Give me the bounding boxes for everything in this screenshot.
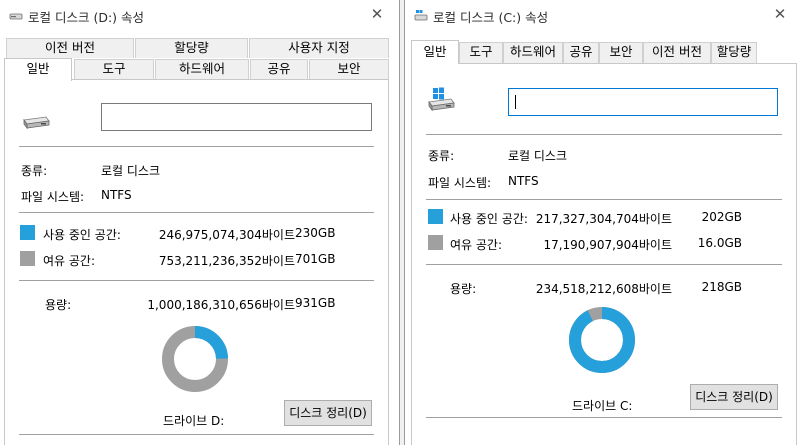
close-button[interactable]: ✕ [365, 3, 389, 25]
drive-icon [9, 13, 23, 20]
drive-label: 드라이브 C: [572, 399, 633, 413]
free-space-swatch [20, 251, 35, 266]
divider [426, 134, 782, 135]
general-panel: 종류: 로컬 디스크 파일 시스템: NTFS 사용 중인 공간: 246,97… [4, 79, 389, 445]
tab-hardware[interactable]: 하드웨어 [503, 42, 563, 64]
disk-cleanup-button[interactable]: 디스크 정리(D) [690, 384, 778, 410]
used-space-swatch [20, 225, 35, 240]
tab-previous-versions[interactable]: 이전 버전 [643, 42, 711, 64]
free-space-size: 16.0GB [697, 236, 742, 250]
used-space-bytes: 217,327,304,704바이트 [535, 212, 672, 226]
tab-customize[interactable]: 사용자 지정 [249, 38, 389, 58]
free-space-bytes: 753,211,236,352바이트 [158, 254, 295, 268]
tab-sharing[interactable]: 공유 [563, 42, 599, 64]
usage-donut-chart [162, 326, 228, 392]
system-drive-icon [428, 87, 455, 112]
divider [426, 264, 782, 265]
free-space-label: 여유 공간: [43, 254, 96, 268]
tab-general[interactable]: 일반 [411, 40, 459, 64]
divider [426, 199, 782, 200]
filesystem-label: 파일 시스템: [21, 190, 85, 204]
drive-label: 드라이브 D: [163, 414, 225, 428]
tab-security[interactable]: 보안 [599, 42, 643, 64]
tab-previous-versions[interactable]: 이전 버전 [6, 38, 134, 58]
title-bar[interactable]: 로컬 디스크 (D:) 속성 ✕ [0, 0, 399, 32]
tab-tools[interactable]: 도구 [459, 42, 503, 64]
type-label: 종류: [428, 149, 455, 163]
tab-sharing[interactable]: 공유 [250, 59, 308, 79]
system-drive-icon [414, 10, 428, 21]
filesystem-label: 파일 시스템: [428, 176, 492, 190]
window-title: 로컬 디스크 (C:) 속성 [433, 10, 549, 25]
filesystem-value: NTFS [101, 188, 132, 202]
drive-icon [23, 116, 50, 130]
type-value: 로컬 디스크 [101, 164, 161, 178]
properties-dialog-d: 로컬 디스크 (D:) 속성 ✕ 이전 버전 할당량 사용자 지정 일반 도구 … [0, 0, 400, 445]
divider [19, 212, 374, 213]
tab-quota[interactable]: 할당량 [135, 38, 248, 58]
capacity-bytes: 1,000,186,310,656바이트 [147, 298, 295, 312]
divider [19, 280, 374, 281]
used-space-swatch [428, 209, 443, 224]
capacity-size: 931GB [295, 296, 336, 310]
properties-dialog-c: 로컬 디스크 (C:) 속성 ✕ 일반 도구 하드웨어 공유 보안 이전 버전 … [404, 0, 800, 445]
divider [19, 146, 374, 147]
donut-used-arc [569, 307, 635, 373]
capacity-label: 용량: [450, 282, 477, 296]
used-space-bytes: 246,975,074,304바이트 [158, 228, 295, 242]
free-space-swatch [428, 235, 443, 250]
tab-tools[interactable]: 도구 [74, 59, 154, 79]
window-title: 로컬 디스크 (D:) 속성 [28, 10, 145, 25]
free-space-size: 701GB [295, 252, 336, 266]
capacity-label: 용량: [45, 298, 72, 312]
text-caret [515, 95, 516, 109]
used-space-label: 사용 중인 공간: [43, 228, 121, 242]
used-space-size: 202GB [701, 210, 742, 224]
capacity-size: 218GB [701, 280, 742, 294]
free-space-bytes: 17,190,907,904바이트 [543, 238, 672, 252]
close-button[interactable]: ✕ [768, 3, 792, 25]
disk-cleanup-button[interactable]: 디스크 정리(D) [284, 400, 372, 426]
usage-donut-chart [569, 307, 635, 373]
title-bar[interactable]: 로컬 디스크 (C:) 속성 ✕ [405, 0, 800, 32]
volume-name-input[interactable] [508, 88, 778, 116]
tab-general[interactable]: 일반 [4, 58, 72, 81]
tab-hardware[interactable]: 하드웨어 [155, 59, 249, 79]
free-space-label: 여유 공간: [450, 238, 503, 252]
capacity-bytes: 234,518,212,608바이트 [535, 282, 672, 296]
general-panel: 종류: 로컬 디스크 파일 시스템: NTFS 사용 중인 공간: 217,32… [411, 63, 797, 445]
type-label: 종류: [21, 164, 48, 178]
volume-name-input[interactable] [101, 103, 372, 131]
filesystem-value: NTFS [508, 174, 539, 188]
type-value: 로컬 디스크 [508, 149, 568, 163]
divider [426, 417, 782, 418]
tab-quota[interactable]: 할당량 [711, 42, 757, 64]
used-space-size: 230GB [295, 226, 336, 240]
divider [19, 434, 374, 435]
tab-security[interactable]: 보안 [309, 59, 389, 79]
